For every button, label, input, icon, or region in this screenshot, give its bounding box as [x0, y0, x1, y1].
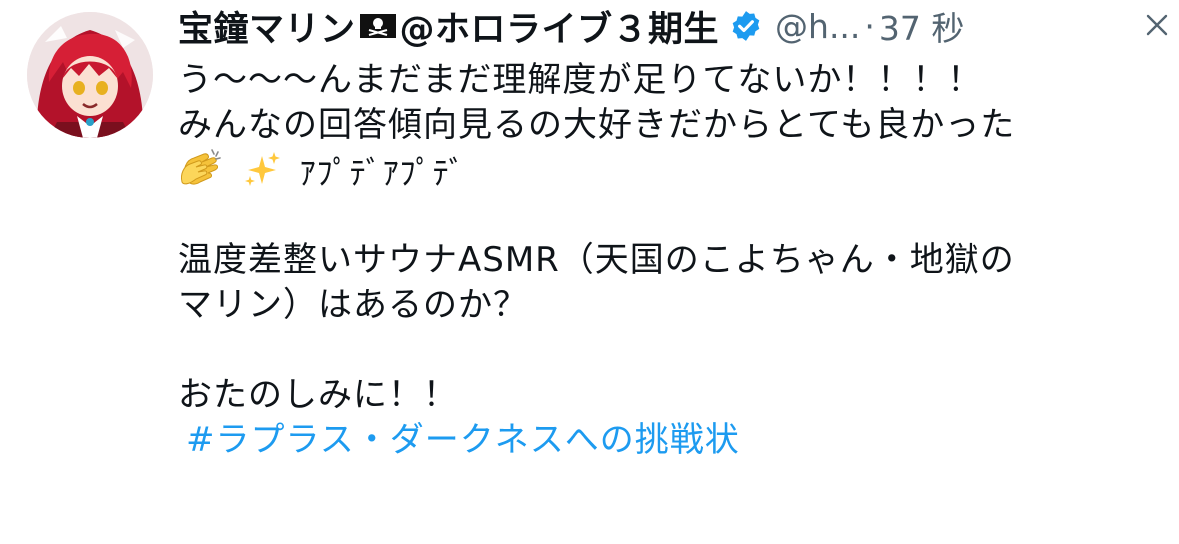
- avatar[interactable]: [27, 12, 153, 138]
- display-name-suffix[interactable]: @ホロライブ３期生: [400, 1, 720, 52]
- tweet[interactable]: 宝鐘マリン @ホロライブ３期生 @h... · 37 秒 う〜〜〜んまだまだ理解…: [0, 0, 1179, 544]
- hashtag-link[interactable]: #ラプラス・ダークネスへの挑戦状: [186, 420, 740, 460]
- tweet-line: 温度差整いサウナASMR（天国のこよちゃん・地獄の: [178, 240, 1015, 280]
- display-name[interactable]: 宝鐘マリン: [178, 1, 356, 52]
- avatar-image: [27, 12, 153, 138]
- tweet-line: マリン）はあるのか？: [178, 285, 528, 325]
- tweet-line: う〜〜〜んまだまだ理解度が足りてないか！！！！: [178, 60, 983, 100]
- user-handle[interactable]: @h...: [775, 7, 860, 46]
- tweet-line-emoji: ｱﾌﾟﾃﾞｱﾌﾟﾃﾞ: [178, 148, 1168, 193]
- tweet-line: みんなの回答傾向見るの大好きだからとても良かった: [178, 105, 1016, 145]
- tweet-line: おたのしみに！！: [178, 375, 458, 415]
- verified-badge-icon: [729, 9, 763, 43]
- tweet-line-text: ｱﾌﾟﾃﾞｱﾌﾟﾃﾞ: [299, 154, 466, 192]
- separator-dot: ·: [864, 6, 875, 46]
- sparkles-icon: [242, 150, 282, 202]
- timestamp[interactable]: 37 秒: [879, 2, 964, 50]
- tweet-text: う〜〜〜んまだまだ理解度が足りてないか！！！！ みんなの回答傾向見るの大好きだか…: [178, 58, 1168, 463]
- more-options-icon[interactable]: [1146, 14, 1168, 36]
- clapping-hands-icon: [178, 148, 224, 202]
- hashtag-line: #ラプラス・ダークネスへの挑戦状: [178, 418, 1168, 463]
- pirate-flag-icon: [358, 10, 398, 42]
- tweet-header: 宝鐘マリン @ホロライブ３期生 @h... · 37 秒: [178, 0, 1168, 52]
